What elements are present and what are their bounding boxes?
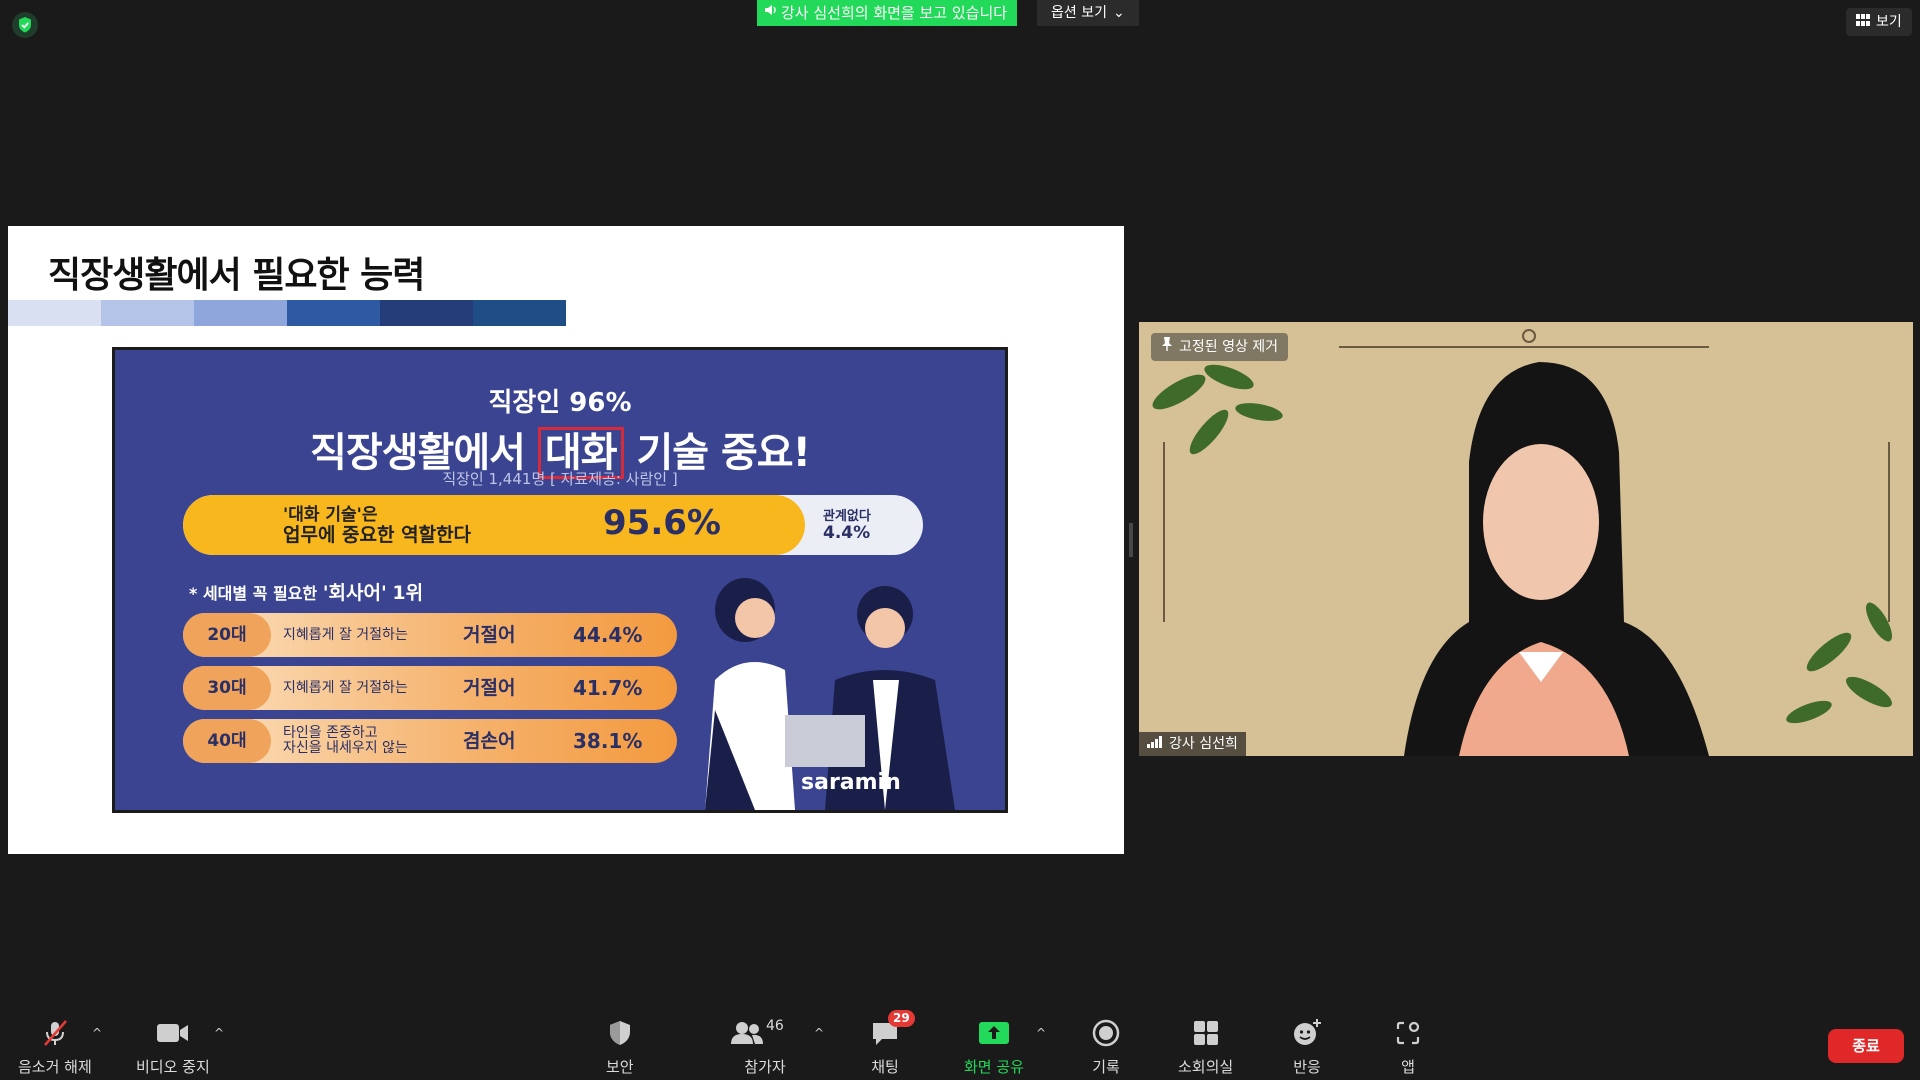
color-stripe — [101, 300, 194, 326]
pin-icon — [1161, 333, 1173, 361]
smiley-plus-icon — [1292, 1016, 1322, 1050]
generation-desc-line2: 자신을 내세우지 않는 — [283, 740, 408, 756]
breakout-rooms-icon — [1192, 1016, 1220, 1050]
generation-row: 20대 지혜롭게 잘 거절하는 거절어 44.4% — [183, 613, 677, 657]
generation-row: 40대 타인을 존중하고 자신을 내세우지 않는 겸손어 38.1% — [183, 719, 677, 763]
main-bar-line2: 업무에 중요한 역할한다 — [283, 524, 472, 546]
main-bar-other-percent: 4.4% — [823, 523, 871, 543]
speaker-icon — [763, 0, 779, 26]
apps-icon — [1394, 1016, 1422, 1050]
unpin-video-button[interactable]: 고정된 영상 제거 — [1151, 333, 1289, 361]
generation-desc: 타인을 존중하고 자신을 내세우지 않는 — [283, 726, 408, 770]
share-screen-button[interactable]: 화면 공유 — [964, 1016, 1024, 1077]
stop-video-button[interactable]: 비디오 중지 — [136, 1016, 210, 1077]
security-label: 보안 — [606, 1058, 634, 1076]
generation-percent: 38.1% — [573, 729, 643, 753]
main-bar-other: 관계없다 4.4% — [823, 509, 871, 543]
reactions-label: 반응 — [1293, 1058, 1321, 1076]
color-stripe — [194, 300, 287, 326]
share-screen-icon — [978, 1016, 1010, 1050]
generation-word: 거절어 — [463, 677, 516, 699]
participants-count: 46 — [766, 1018, 784, 1034]
view-button[interactable]: 보기 — [1846, 8, 1912, 36]
generation-desc-line1: 타인을 존중하고 — [283, 725, 378, 741]
generation-percent: 44.4% — [573, 623, 643, 647]
muted-mic-icon — [40, 1016, 70, 1050]
breakout-rooms-button[interactable]: 소회의실 — [1178, 1016, 1233, 1077]
signal-bars-icon — [1147, 732, 1163, 756]
shared-screen: 직장생활에서 필요한 능력 직장인 96% 직장생활에서 대화 기술 중요! 직… — [8, 226, 1124, 854]
chevron-down-icon: ⌄ — [1112, 5, 1125, 21]
security-shield-icon — [607, 1016, 633, 1050]
generation-age: 20대 — [183, 613, 271, 657]
chat-bubble-icon: 29 — [870, 1010, 915, 1050]
generation-title-pre: * 세대별 꼭 필요한 — [189, 584, 318, 603]
participants-label: 참가자 — [744, 1058, 786, 1076]
splitter-handle[interactable] — [1129, 523, 1133, 557]
unmute-label: 음소거 해제 — [18, 1058, 92, 1076]
generation-desc: 지혜롭게 잘 거절하는 — [283, 680, 408, 696]
reactions-button[interactable]: 반응 — [1292, 1016, 1322, 1077]
infographic: 직장인 96% 직장생활에서 대화 기술 중요! 직장인 1,441명 [ 자료… — [112, 347, 1008, 813]
slide-title: 직장생활에서 필요한 능력 — [48, 255, 425, 296]
chat-button[interactable]: 29 채팅 — [870, 1010, 915, 1077]
main-bar-line1: '대화 기술'은 — [283, 505, 378, 525]
color-stripe — [8, 300, 101, 326]
generation-word: 겸손어 — [463, 730, 516, 752]
record-label: 기록 — [1092, 1058, 1120, 1076]
saramin-logo: saramin — [775, 770, 901, 795]
generation-title: * 세대별 꼭 필요한 '회사어' 1위 — [189, 578, 423, 605]
unpin-label: 고정된 영상 제거 — [1179, 339, 1279, 355]
unmute-button[interactable]: 음소거 해제 — [18, 1016, 92, 1077]
stop-video-label: 비디오 중지 — [136, 1058, 210, 1076]
color-stripe — [287, 300, 380, 326]
infographic-subtitle: 직장인 96% — [488, 388, 632, 418]
view-options-label: 옵션 보기 — [1051, 5, 1107, 21]
security-button[interactable]: 보안 — [606, 1016, 634, 1077]
chat-unread-badge: 29 — [888, 1010, 915, 1027]
participant-video[interactable]: 고정된 영상 제거 강사 심선희 — [1139, 322, 1913, 756]
generation-age: 30대 — [183, 666, 271, 710]
sharing-notice-text: 강사 심선희의 화면을 보고 있습니다 — [781, 4, 1008, 22]
participants-button[interactable]: 46 참가자 — [730, 1016, 800, 1077]
video-frame-picture — [1139, 322, 1913, 756]
record-button[interactable]: 기록 — [1092, 1016, 1120, 1077]
generation-age: 40대 — [183, 719, 271, 763]
participant-name-tag: 강사 심선희 — [1139, 732, 1246, 756]
generation-percent: 41.7% — [573, 676, 643, 700]
end-meeting-button[interactable]: 종료 — [1828, 1029, 1904, 1063]
share-screen-label: 화면 공유 — [964, 1058, 1024, 1076]
generation-title-post: 1위 — [392, 582, 424, 604]
main-percent-bar: '대화 기술'은 업무에 중요한 역할한다 95.6% 관계없다 4.4% — [183, 495, 923, 555]
grid-icon — [1856, 8, 1870, 36]
saramin-brand-text: saramin — [801, 770, 901, 795]
generation-desc: 지혜롭게 잘 거절하는 — [283, 627, 408, 643]
breakout-rooms-label: 소회의실 — [1178, 1058, 1234, 1076]
color-stripe — [473, 300, 566, 326]
record-icon — [1092, 1016, 1120, 1050]
audio-options-caret-icon[interactable]: ^ — [92, 1026, 102, 1040]
security-shield-icon[interactable] — [12, 12, 38, 38]
generation-word: 거절어 — [463, 624, 516, 646]
saramin-dots-icon — [775, 770, 793, 795]
main-bar-percent: 95.6% — [603, 503, 721, 543]
apps-label: 앱 — [1401, 1058, 1415, 1076]
infographic-source: 직장인 1,441명 [ 자료제공: 사람인 ] — [442, 470, 678, 488]
generation-row: 30대 지혜롭게 잘 거절하는 거절어 41.7% — [183, 666, 677, 710]
participants-icon: 46 — [730, 1016, 800, 1050]
video-camera-icon — [156, 1016, 190, 1050]
chat-label: 채팅 — [871, 1058, 899, 1076]
view-options-button[interactable]: 옵션 보기 ⌄ — [1037, 0, 1139, 26]
participant-name: 강사 심선희 — [1169, 736, 1238, 752]
view-button-label: 보기 — [1876, 14, 1902, 30]
apps-button[interactable]: 앱 — [1394, 1016, 1422, 1077]
share-options-caret-icon[interactable]: ^ — [1036, 1026, 1046, 1040]
participants-options-caret-icon[interactable]: ^ — [814, 1026, 824, 1040]
video-options-caret-icon[interactable]: ^ — [214, 1026, 224, 1040]
color-stripe — [380, 300, 473, 326]
generation-title-word: '회사어' — [322, 582, 387, 604]
main-bar-text: '대화 기술'은 업무에 중요한 역할한다 — [283, 505, 471, 545]
sharing-notice: 강사 심선희의 화면을 보고 있습니다 — [757, 0, 1018, 26]
